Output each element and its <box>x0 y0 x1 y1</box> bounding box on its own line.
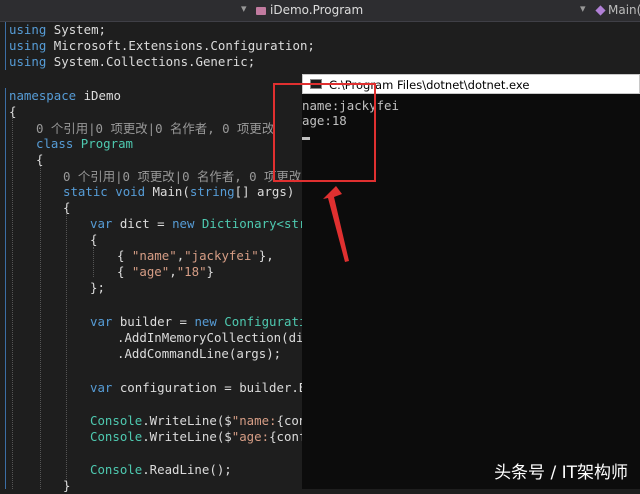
code-line: using System.Collections.Generic; <box>9 54 256 69</box>
codelens-class[interactable]: 0 个引用|0 项更改|0 名作者, 0 项更改 <box>36 121 274 137</box>
class-icon <box>256 6 266 15</box>
collapse-bar <box>5 22 6 70</box>
code-line: { "name","jackyfei"}, <box>117 248 274 263</box>
class-dropdown[interactable]: iDemo.Program <box>256 3 363 17</box>
code-line: var builder = new ConfigurationB <box>90 314 329 329</box>
class-dropdown-arrow-icon[interactable]: ▾ <box>241 2 247 15</box>
code-line: { <box>36 152 44 167</box>
member-dropdown-label: Main(s <box>608 3 640 17</box>
indent-guide <box>40 166 41 489</box>
indent-guide <box>12 118 13 489</box>
code-line: var configuration = builder.Buil <box>90 380 329 395</box>
code-line: Console.WriteLine($"name:{config <box>90 413 329 428</box>
indent-guide <box>66 214 67 489</box>
code-line: class Program <box>36 136 133 151</box>
code-line: using Microsoft.Extensions.Configuration… <box>9 38 315 53</box>
code-line: Console.WriteLine($"age:{configu <box>90 429 329 444</box>
code-line: .AddCommandLine(args); <box>117 346 282 361</box>
code-line: { <box>63 200 71 215</box>
navigation-bar: ▾ iDemo.Program ▾ Main(s <box>0 0 640 22</box>
code-line: static void Main(string[] args) <box>63 184 295 199</box>
indent-guide <box>93 247 94 277</box>
code-line: using System; <box>9 22 106 37</box>
watermark: 头条号 / IT架构师 <box>494 463 628 483</box>
code-line: }; <box>90 280 105 295</box>
code-line: namespace iDemo <box>9 88 121 103</box>
member-dropdown-arrow-icon[interactable]: ▾ <box>580 2 586 15</box>
code-line: .AddInMemoryCollection(dict) <box>117 330 326 345</box>
annotation-highlight-box <box>273 83 376 182</box>
code-line: { "age","18"} <box>117 264 215 279</box>
codelens-method[interactable]: 0 个引用|0 项更改|0 名作者, 0 项更改 <box>63 169 301 185</box>
method-icon <box>595 5 606 16</box>
code-line: } <box>63 478 71 493</box>
code-line: { <box>90 232 98 247</box>
code-line: { <box>9 104 17 119</box>
collapse-bar <box>5 88 6 489</box>
code-line: var dict = new Dictionary<string <box>90 216 329 231</box>
class-dropdown-label: iDemo.Program <box>270 3 364 17</box>
member-dropdown[interactable]: Main(s <box>595 3 640 17</box>
code-line: Console.ReadLine(); <box>90 462 232 477</box>
